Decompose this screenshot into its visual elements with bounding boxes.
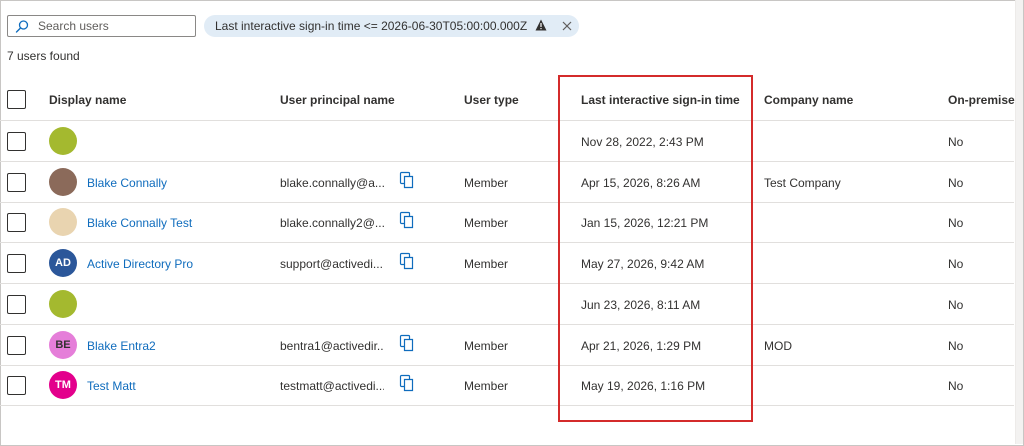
user-display-name-link[interactable]: Active Directory Pro <box>87 257 193 271</box>
column-header-user-type[interactable]: User type <box>464 93 519 107</box>
table-row[interactable]: TM Test Matt testmatt@activedi... Member… <box>0 365 1014 405</box>
column-header-company[interactable]: Company name <box>764 93 853 107</box>
column-header-last-signin[interactable]: Last interactive sign-in time <box>581 93 740 107</box>
table-row[interactable]: Blake Connally Test blake.connally2@... … <box>0 202 1014 242</box>
user-principal-name: support@activedi... <box>280 257 383 272</box>
company-name: MOD <box>764 338 792 353</box>
user-type: Member <box>464 216 509 231</box>
column-header-onprem[interactable]: On-premises s <box>948 93 1024 107</box>
last-signin-time: Apr 15, 2026, 8:26 AM <box>581 175 701 190</box>
onprem-sync: No <box>948 216 964 231</box>
user-principal-name: blake.connally2@... <box>280 216 384 231</box>
row-checkbox[interactable] <box>7 335 26 355</box>
avatar <box>49 208 77 237</box>
warning-icon <box>535 19 547 31</box>
vertical-scrollbar[interactable] <box>1015 0 1023 444</box>
avatar: AD <box>49 249 77 278</box>
row-checkbox[interactable] <box>7 132 26 151</box>
filter-pill[interactable]: Last interactive sign-in time <= 2026-06… <box>204 15 579 37</box>
last-signin-time: Jun 23, 2026, 8:11 AM <box>581 297 701 312</box>
company-name: Test Company <box>764 175 841 190</box>
copy-icon[interactable] <box>399 211 415 229</box>
last-signin-time: Apr 21, 2026, 1:29 PM <box>581 338 702 353</box>
onprem-sync: No <box>948 175 964 190</box>
table-row[interactable]: Nov 28, 2022, 2:43 PM No <box>0 121 1014 161</box>
avatar <box>49 289 77 318</box>
filter-text: Last interactive sign-in time <= 2026-06… <box>215 19 528 33</box>
users-count: 7 users found <box>7 49 80 63</box>
row-checkbox[interactable] <box>7 294 26 314</box>
avatar <box>49 127 77 155</box>
onprem-sync: No <box>948 338 964 353</box>
row-checkbox[interactable] <box>7 213 26 233</box>
user-type: Member <box>464 257 509 272</box>
user-display-name-link[interactable]: Test Matt <box>87 379 136 393</box>
user-display-name-link[interactable]: Blake Connally Test <box>87 216 192 230</box>
avatar: TM <box>49 371 77 400</box>
copy-icon[interactable] <box>399 171 415 189</box>
row-checkbox[interactable] <box>7 376 26 396</box>
last-signin-time: May 19, 2026, 1:16 PM <box>581 379 706 394</box>
user-display-name-link[interactable]: Blake Connally <box>87 176 167 190</box>
onprem-sync: No <box>948 297 964 312</box>
user-type: Member <box>464 175 509 190</box>
copy-icon[interactable] <box>399 334 415 352</box>
last-signin-time: Nov 28, 2022, 2:43 PM <box>581 135 704 149</box>
last-signin-time: May 27, 2026, 9:42 AM <box>581 257 705 272</box>
user-type: Member <box>464 379 509 394</box>
onprem-sync: No <box>948 379 964 394</box>
onprem-sync: No <box>948 257 964 272</box>
row-divider <box>0 405 1014 407</box>
row-checkbox[interactable] <box>7 172 26 192</box>
user-type: Member <box>464 338 509 353</box>
avatar <box>49 167 77 196</box>
search-icon <box>15 20 29 33</box>
last-signin-time: Jan 15, 2026, 12:21 PM <box>581 216 709 231</box>
table-row[interactable]: BE Blake Entra2 bentra1@activedir... Mem… <box>0 325 1014 365</box>
column-header-upn[interactable]: User principal name <box>280 93 395 107</box>
search-box[interactable] <box>7 15 196 37</box>
search-input[interactable] <box>38 18 188 34</box>
close-icon[interactable] <box>560 19 574 33</box>
avatar: BE <box>49 330 77 359</box>
user-principal-name: blake.connally@a... <box>280 175 384 190</box>
user-principal-name: bentra1@activedir... <box>280 338 384 353</box>
column-header-display-name[interactable]: Display name <box>49 93 126 107</box>
table-row[interactable]: AD Active Directory Pro support@activedi… <box>0 243 1014 283</box>
select-all-checkbox[interactable] <box>7 90 26 109</box>
user-display-name-link[interactable]: Blake Entra2 <box>87 339 156 353</box>
row-checkbox[interactable] <box>7 254 26 274</box>
table-row[interactable]: Blake Connally blake.connally@a... Membe… <box>0 162 1014 202</box>
user-principal-name: testmatt@activedi... <box>280 379 384 394</box>
copy-icon[interactable] <box>399 252 415 270</box>
onprem-sync: No <box>948 135 964 149</box>
table-row[interactable]: Jun 23, 2026, 8:11 AM No <box>0 284 1014 324</box>
copy-icon[interactable] <box>399 374 415 392</box>
